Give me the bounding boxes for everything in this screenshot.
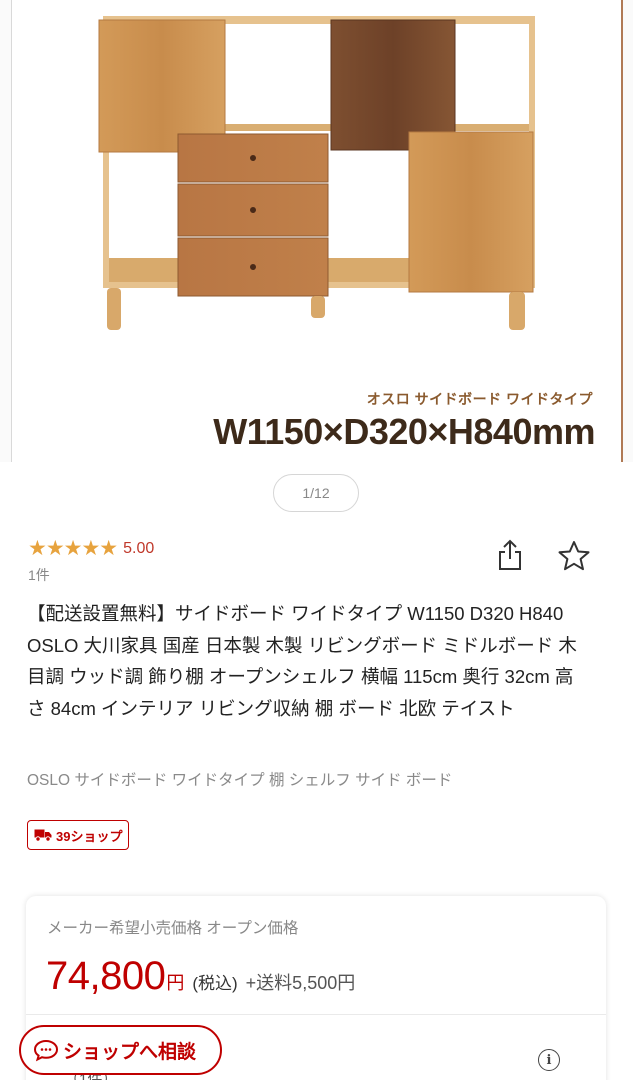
tax-note: (税込) [192, 974, 238, 993]
shop-39-badge: 39ショップ [27, 820, 130, 850]
share-icon [499, 539, 521, 570]
price-row: 74,800 円 (税込) +送料5,500円 [46, 954, 355, 999]
truck-icon [34, 829, 52, 842]
product-subtitle: OSLO サイドボード ワイドタイプ 棚 シェルフ サイド ボード [27, 772, 453, 789]
rating-stars: ★★★★★ [28, 537, 118, 560]
rating-value: 5.00 [123, 539, 155, 557]
contact-shop-label: ショップへ相談 [63, 1041, 197, 1063]
msrp-label: メーカー希望小売価格 オープン価格 [47, 920, 299, 937]
chat-bubble-icon [33, 1039, 59, 1062]
review-rating[interactable]: ★★★★★ 5.00 [28, 536, 154, 561]
review-count[interactable]: 1件 [28, 565, 50, 585]
price-amount: 74,800 [46, 954, 166, 998]
image-caption-dimensions: W1150×D320×H840mm [213, 411, 595, 452]
share-button[interactable] [496, 538, 524, 572]
badge-label: 39ショップ [56, 828, 123, 844]
previous-image-peek[interactable] [0, 0, 12, 462]
divider [26, 1014, 606, 1015]
contact-shop-button[interactable]: ショップへ相談 [19, 1025, 222, 1075]
next-image-peek[interactable] [621, 0, 633, 462]
shipping-fee: +送料5,500円 [245, 973, 356, 993]
product-title: 【配送設置無料】サイドボード ワイドタイプ W1150 D320 H840 OS… [27, 603, 577, 719]
image-pager: 1/12 [273, 474, 359, 512]
star-outline-icon [558, 541, 590, 571]
product-photo [98, 16, 535, 330]
favorite-button[interactable] [557, 540, 591, 572]
price-currency: 円 [166, 973, 185, 993]
info-icon[interactable]: i [538, 1049, 560, 1071]
image-caption-subtitle: オスロ サイドボード ワイドタイプ [366, 391, 593, 407]
product-image-gallery[interactable]: オスロ サイドボード ワイドタイプ W1150×D320×H840mm 1/12 [0, 0, 633, 525]
